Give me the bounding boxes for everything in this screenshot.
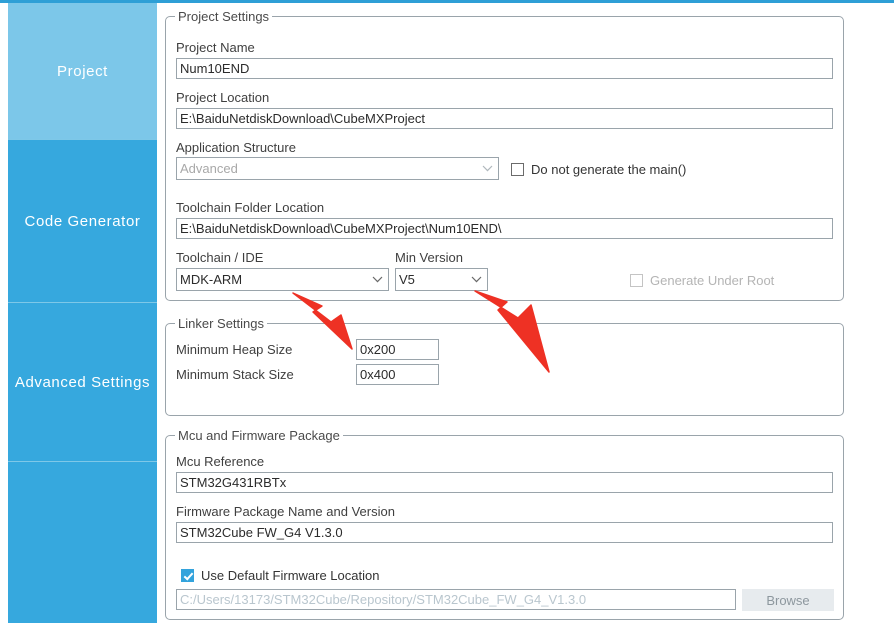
cubemx-project-manager-pane: Project Code Generator Advanced Settings… [0,0,894,623]
linker-settings-group-title: Linker Settings [175,316,267,331]
sidebar-item-advanced-settings[interactable]: Advanced Settings [8,303,157,462]
minimum-heap-size-input[interactable]: 0x200 [356,339,439,360]
generate-under-root-checkbox[interactable] [630,274,643,287]
chevron-down-icon [479,165,495,172]
sidebar-item-code-generator[interactable]: Code Generator [8,140,157,303]
sidebar-item-project[interactable]: Project [8,3,157,140]
project-settings-group-title: Project Settings [175,9,273,24]
chevron-down-icon [369,276,385,283]
application-structure-value: Advanced [180,161,238,176]
mcu-reference-input[interactable]: STM32G431RBTx [176,472,833,493]
minimum-heap-size-label: Minimum Heap Size [176,342,293,357]
generate-under-root-checkbox-row[interactable]: Generate Under Root [630,273,774,288]
project-name-input[interactable]: Num10END [176,58,833,79]
toolchain-folder-location-input[interactable]: E:\BaiduNetdiskDownload\CubeMXProject\Nu… [176,218,833,239]
linker-settings-group: Linker Settings Minimum Heap Size 0x200 … [165,316,844,416]
project-settings-group: Project Settings Project Name Num10END P… [165,9,844,301]
minimum-stack-size-label: Minimum Stack Size [176,367,294,382]
sidebar: Project Code Generator Advanced Settings [8,3,157,623]
application-structure-label: Application Structure [176,140,296,155]
sidebar-item-label: Code Generator [24,212,141,230]
project-location-label: Project Location [176,90,270,105]
project-name-label: Project Name [176,40,255,55]
chevron-down-icon [468,276,484,283]
browse-button[interactable]: Browse [742,589,834,611]
min-version-select[interactable]: V5 [395,268,488,291]
toolchain-folder-location-label: Toolchain Folder Location [176,200,325,215]
use-default-firmware-location-label: Use Default Firmware Location [201,568,380,583]
use-default-firmware-location-row[interactable]: Use Default Firmware Location [181,568,379,583]
do-not-generate-main-checkbox[interactable] [511,163,524,176]
sidebar-item-label: Project [57,62,108,80]
do-not-generate-main-label: Do not generate the main() [531,162,687,177]
sidebar-item-label: Advanced Settings [14,373,151,391]
min-version-value: V5 [399,272,415,287]
sidebar-item-empty[interactable] [8,462,157,623]
toolchain-ide-select[interactable]: MDK-ARM [176,268,389,291]
do-not-generate-main-checkbox-row[interactable]: Do not generate the main() [511,162,686,177]
settings-panel: Project Settings Project Name Num10END P… [157,3,894,623]
toolchain-ide-value: MDK-ARM [180,272,243,287]
firmware-package-input[interactable]: STM32Cube FW_G4 V1.3.0 [176,522,833,543]
firmware-location-input[interactable]: C:/Users/13173/STM32Cube/Repository/STM3… [176,589,736,610]
application-structure-select[interactable]: Advanced [176,157,499,180]
project-location-input[interactable]: E:\BaiduNetdiskDownload\CubeMXProject [176,108,833,129]
generate-under-root-label: Generate Under Root [650,273,775,288]
minimum-stack-size-input[interactable]: 0x400 [356,364,439,385]
firmware-package-label: Firmware Package Name and Version [176,504,395,519]
mcu-firmware-package-group-title: Mcu and Firmware Package [175,428,343,443]
mcu-firmware-package-group: Mcu and Firmware Package Mcu Reference S… [165,428,844,620]
min-version-label: Min Version [395,250,463,265]
mcu-reference-label: Mcu Reference [176,454,265,469]
use-default-firmware-location-checkbox[interactable] [181,569,194,582]
toolchain-ide-label: Toolchain / IDE [176,250,264,265]
